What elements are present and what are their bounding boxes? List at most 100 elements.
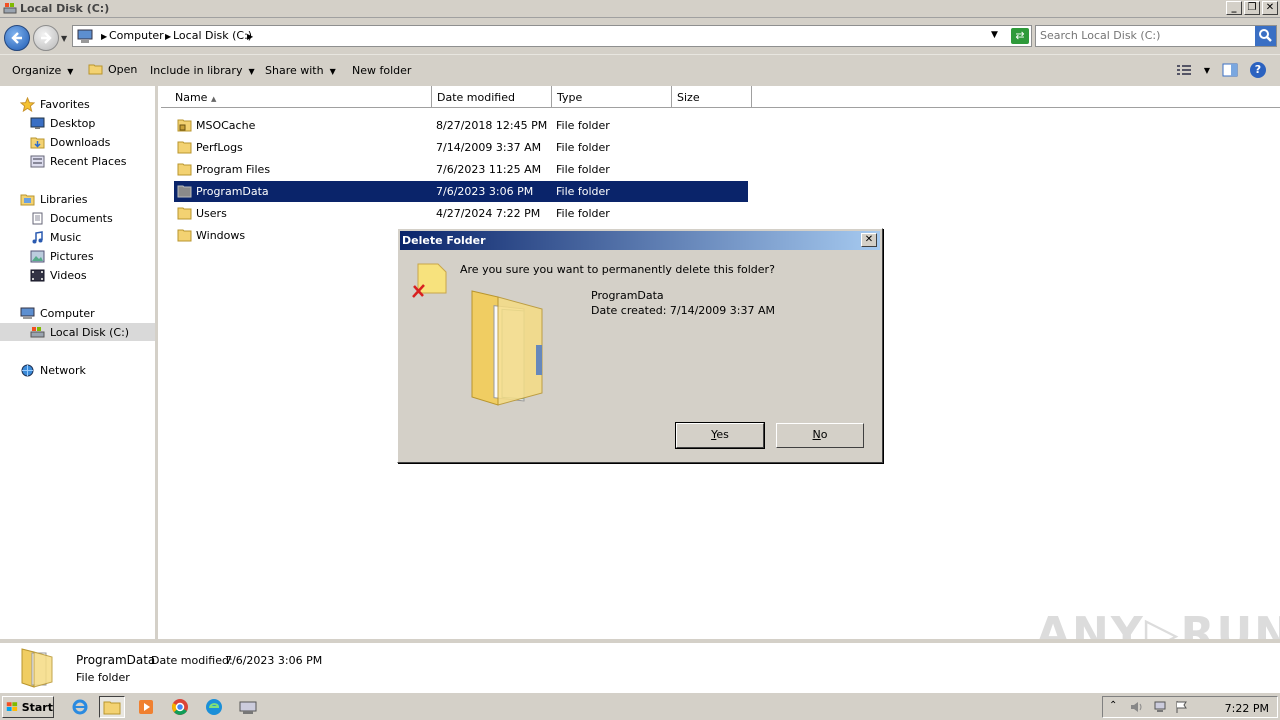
drive-icon xyxy=(30,326,45,337)
close-button[interactable]: ✕ xyxy=(1262,1,1278,15)
search-box[interactable] xyxy=(1035,25,1277,47)
nav-computer[interactable]: Computer xyxy=(20,304,95,322)
column-header-name[interactable]: Name ▲ xyxy=(161,86,432,108)
file-name: PerfLogs xyxy=(196,141,243,154)
minimize-button[interactable]: _ xyxy=(1226,1,1242,15)
table-row-selected[interactable]: ProgramData 7/6/2023 3:06 PM File folder xyxy=(174,181,748,202)
clock[interactable]: 7:22 PM xyxy=(1225,702,1269,715)
nav-label: Music xyxy=(50,230,82,244)
nav-desktop[interactable]: Desktop xyxy=(30,114,95,132)
column-header-size[interactable]: Size xyxy=(672,86,752,108)
view-options-icon[interactable] xyxy=(1176,63,1192,77)
dialog-close-button[interactable]: ✕ xyxy=(861,233,877,247)
organize-button[interactable]: Organize ▼ xyxy=(12,64,73,77)
nav-label: Computer xyxy=(40,306,95,320)
no-button[interactable]: No xyxy=(776,423,864,448)
include-in-library-button[interactable]: Include in library ▼ xyxy=(150,64,255,77)
breadcrumb-local-disk[interactable]: Local Disk (C:) xyxy=(173,29,252,42)
details-type: File folder xyxy=(76,671,130,684)
nav-libraries[interactable]: Libraries xyxy=(20,190,88,208)
folder-thumbnail-icon xyxy=(21,648,53,688)
action-center-flag-icon[interactable] xyxy=(1175,700,1189,714)
search-button[interactable] xyxy=(1255,26,1276,46)
table-row[interactable]: MSOCache 8/27/2018 12:45 PM File folder xyxy=(174,115,748,136)
breadcrumb-computer[interactable]: Computer xyxy=(109,29,164,42)
details-pane: ProgramData Date modified: 7/6/2023 3:06… xyxy=(0,639,1280,692)
preview-pane-icon[interactable] xyxy=(1222,63,1238,77)
computer-icon xyxy=(77,29,93,43)
nav-downloads[interactable]: Downloads xyxy=(30,133,110,151)
taskbar-explorer[interactable] xyxy=(99,696,125,718)
nav-label: Local Disk (C:) xyxy=(50,325,130,339)
videos-icon xyxy=(30,269,45,281)
breadcrumb-separator[interactable]: ▶ xyxy=(243,29,257,42)
nav-label: Documents xyxy=(50,211,113,225)
start-button[interactable]: Start xyxy=(2,696,54,718)
share-label: Share with xyxy=(265,64,324,77)
help-icon[interactable]: ? xyxy=(1250,62,1266,78)
file-type: File folder xyxy=(556,119,610,132)
nav-label: Desktop xyxy=(50,116,96,130)
desktop-icon xyxy=(30,117,45,129)
taskbar-app[interactable] xyxy=(235,696,261,718)
show-hidden-icons[interactable]: ⌃ xyxy=(1109,700,1117,711)
back-button[interactable] xyxy=(4,25,30,51)
column-header-date-modified[interactable]: Date modified xyxy=(432,86,552,108)
nav-documents[interactable]: Documents xyxy=(30,209,113,227)
address-bar[interactable]: ▶ Computer ▶ Local Disk (C:) ▶ ▼ ⇄ xyxy=(72,25,1032,47)
open-button[interactable]: Open xyxy=(88,62,137,76)
address-row: ▼ ▶ Computer ▶ Local Disk (C:) ▶ ▼ ⇄ xyxy=(0,18,1280,54)
dialog-item-date: Date created: 7/14/2009 3:37 AM xyxy=(591,304,776,317)
computer-icon xyxy=(20,307,35,319)
address-dropdown[interactable]: ▼ xyxy=(991,30,998,40)
dialog-question: Are you sure you want to permanently del… xyxy=(460,263,775,276)
refresh-button[interactable]: ⇄ xyxy=(1011,28,1029,44)
forward-button[interactable] xyxy=(33,25,59,51)
nav-recent-places[interactable]: Recent Places xyxy=(30,152,127,170)
new-folder-button[interactable]: New folder xyxy=(352,64,411,77)
nav-videos[interactable]: Videos xyxy=(30,266,87,284)
folder-icon xyxy=(177,185,192,198)
taskbar-edge[interactable] xyxy=(201,696,227,718)
network-drive-icon xyxy=(239,701,257,714)
file-date: 7/14/2009 3:37 AM xyxy=(436,141,542,154)
yes-button[interactable]: Yes xyxy=(675,422,765,449)
folder-icon xyxy=(177,141,192,154)
restore-button[interactable]: ❐ xyxy=(1244,1,1260,15)
nav-network[interactable]: Network xyxy=(20,361,86,379)
star-icon xyxy=(20,96,35,112)
recent-pages-dropdown[interactable]: ▼ xyxy=(61,34,67,43)
file-name: Windows xyxy=(196,229,246,242)
nav-label: Recent Places xyxy=(50,154,127,168)
chevron-down-icon: ▼ xyxy=(248,67,255,76)
taskbar-ie[interactable] xyxy=(67,696,93,718)
dialog-title: Delete Folder xyxy=(402,234,486,247)
taskbar-chrome[interactable] xyxy=(167,696,193,718)
chrome-icon xyxy=(172,699,188,715)
network-status-icon[interactable] xyxy=(1153,700,1169,714)
table-row[interactable]: PerfLogs 7/14/2009 3:37 AM File folder xyxy=(174,137,748,158)
details-modified-value: 7/6/2023 3:06 PM xyxy=(225,654,323,667)
delete-folder-dialog: Delete Folder ✕ Are you sure you want to… xyxy=(397,228,883,463)
search-input[interactable] xyxy=(1040,29,1250,42)
file-type: File folder xyxy=(556,141,610,154)
view-dropdown-icon[interactable]: ▼ xyxy=(1204,66,1210,75)
share-with-button[interactable]: Share with ▼ xyxy=(265,64,336,77)
nav-label: Videos xyxy=(50,268,87,282)
taskbar-media-player[interactable] xyxy=(133,696,159,718)
nav-favorites[interactable]: Favorites xyxy=(20,95,90,113)
table-row[interactable]: Program Files 7/6/2023 11:25 AM File fol… xyxy=(174,159,748,180)
table-row[interactable]: Users 4/27/2024 7:22 PM File folder xyxy=(174,203,748,224)
documents-icon xyxy=(32,212,43,224)
volume-icon[interactable] xyxy=(1129,700,1145,714)
column-header-type[interactable]: Type xyxy=(552,86,672,108)
navigation-pane: Favorites Desktop Downloads Recent Place… xyxy=(0,86,158,639)
file-name: ProgramData xyxy=(196,185,269,198)
nav-local-disk[interactable]: Local Disk (C:) xyxy=(0,323,155,341)
pictures-icon xyxy=(30,250,45,262)
search-icon xyxy=(1259,29,1272,42)
nav-pictures[interactable]: Pictures xyxy=(30,247,94,265)
nav-music[interactable]: Music xyxy=(30,228,81,246)
command-bar: Organize ▼ Open Include in library ▼ Share… xyxy=(0,54,1280,86)
folder-icon xyxy=(177,229,192,242)
